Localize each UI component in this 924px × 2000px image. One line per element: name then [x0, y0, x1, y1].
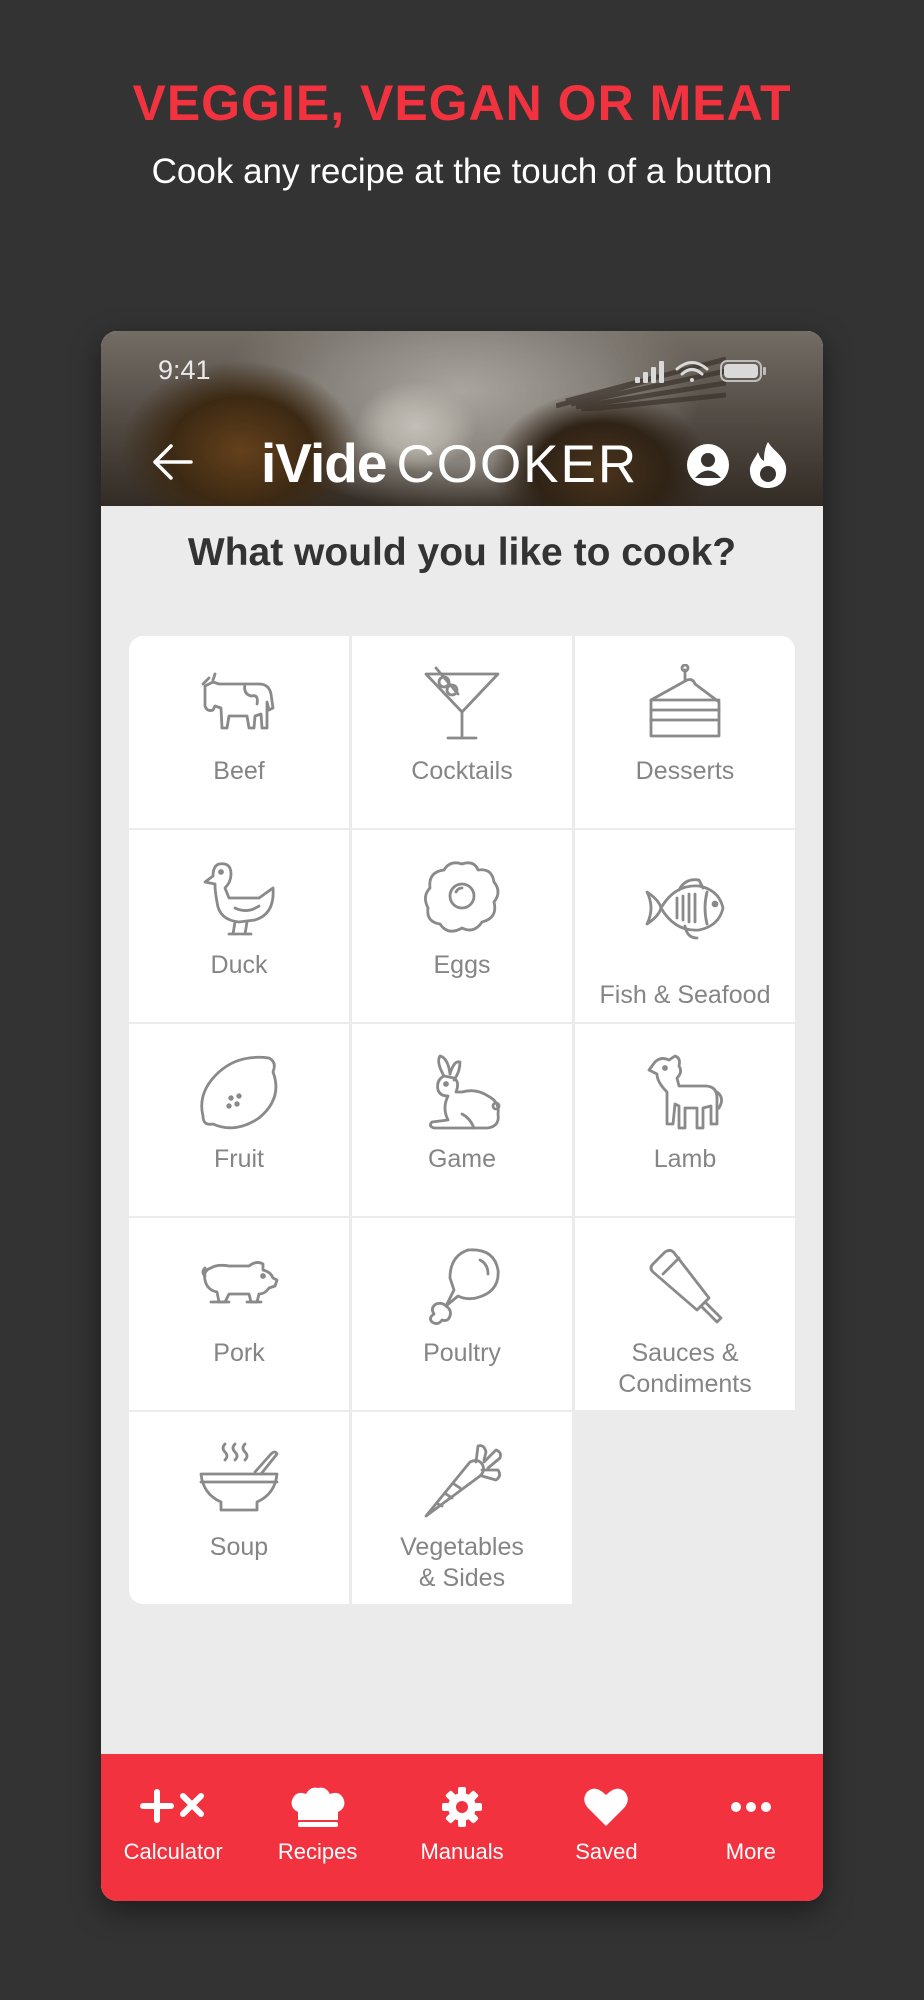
battery-icon	[720, 360, 766, 382]
category-tile-fruit[interactable]: Fruit	[129, 1024, 349, 1216]
signal-icon	[635, 361, 664, 383]
category-label: Lamb	[653, 1145, 717, 1173]
drumstick-icon	[429, 1248, 500, 1325]
category-label: Game	[427, 1145, 497, 1173]
fish-icon	[645, 878, 725, 940]
tab-more[interactable]: More	[679, 1754, 823, 1901]
category-label: Cocktails	[411, 757, 513, 785]
category-label: Soup	[209, 1533, 269, 1561]
wifi-icon	[675, 361, 709, 382]
plus-times-icon	[140, 1789, 205, 1823]
tab-label: Saved	[575, 1839, 638, 1864]
category-tile-poultry[interactable]: Poultry	[352, 1218, 572, 1410]
tab-recipes[interactable]: Recipes	[245, 1754, 389, 1901]
tab-label: Recipes	[277, 1839, 358, 1864]
promo-subline: Cook any recipe at the touch of a button	[151, 152, 773, 191]
status-icons	[635, 360, 766, 383]
category-tile-vegetables-sides[interactable]: Vegetables & Sides	[352, 1412, 572, 1604]
category-tile-beef[interactable]: Beef	[129, 636, 349, 828]
category-grid: Beef Cocktails Desserts Duck Eggs Fish &…	[129, 636, 795, 1604]
pig-icon	[201, 1261, 279, 1304]
status-bar: 9:41	[101, 331, 823, 391]
duck-icon	[203, 862, 275, 936]
carrot-icon	[424, 1444, 502, 1518]
profile-icon[interactable]	[686, 443, 730, 487]
status-time: 9:41	[158, 355, 211, 385]
tab-saved[interactable]: Saved	[534, 1754, 678, 1901]
tab-calculator[interactable]: Calculator	[101, 1754, 245, 1901]
cocktail-icon	[424, 666, 500, 740]
tab-manuals[interactable]: Manuals	[390, 1754, 534, 1901]
sauce-bottle-icon	[649, 1249, 723, 1324]
category-tile-soup[interactable]: Soup	[129, 1412, 349, 1604]
gear-icon	[442, 1787, 483, 1827]
heart-icon	[584, 1788, 629, 1826]
brand-light: COOKER	[396, 435, 639, 494]
tab-label: Manuals	[420, 1839, 504, 1864]
cake-slice-icon	[649, 664, 721, 738]
category-label: Poultry	[423, 1339, 501, 1367]
chef-hat-icon	[291, 1787, 345, 1827]
app-header: iVide COOKER	[101, 426, 823, 496]
category-tile-game[interactable]: Game	[352, 1024, 572, 1216]
category-label: Fish & Seafood	[599, 981, 771, 1009]
more-dots-icon	[730, 1802, 771, 1812]
back-arrow-icon[interactable]	[149, 438, 197, 486]
flame-icon[interactable]	[746, 440, 790, 490]
rabbit-icon	[429, 1054, 501, 1130]
tab-label: More	[725, 1839, 776, 1864]
category-tile-cocktails[interactable]: Cocktails	[352, 636, 572, 828]
lamb-icon	[647, 1054, 723, 1130]
category-tile-lamb[interactable]: Lamb	[575, 1024, 795, 1216]
tab-label: Calculator	[123, 1839, 223, 1864]
category-label: Desserts	[635, 757, 735, 785]
page-question: What would you like to cook?	[187, 531, 737, 574]
brand-bold: iVide	[261, 432, 387, 494]
category-label: Sauces & Condiments	[618, 1339, 752, 1398]
category-label: Eggs	[433, 951, 491, 979]
bottom-tab-bar: Calculator Recipes Manuals Saved More	[101, 1754, 823, 1901]
category-label: Pork	[213, 1339, 265, 1367]
category-tile-desserts[interactable]: Desserts	[575, 636, 795, 828]
fried-egg-icon	[424, 861, 500, 933]
category-label: Fruit	[214, 1145, 264, 1173]
lemon-icon	[200, 1055, 278, 1130]
category-tile-duck[interactable]: Duck	[129, 830, 349, 1022]
category-tile-fish-seafood[interactable]: Fish & Seafood	[575, 830, 795, 1022]
soup-bowl-icon	[199, 1442, 279, 1512]
brand-logo: iVide COOKER	[261, 431, 639, 494]
phone-screen: 9:41 iVide COOKER What would you like to…	[101, 331, 823, 1901]
promo-headline: VEGGIE, VEGAN OR MEAT	[132, 75, 792, 131]
category-tile-eggs[interactable]: Eggs	[352, 830, 572, 1022]
cow-icon	[201, 672, 275, 730]
category-label: Duck	[210, 951, 268, 979]
category-label: Beef	[213, 757, 265, 785]
category-tile-pork[interactable]: Pork	[129, 1218, 349, 1410]
category-tile-sauces-condiments[interactable]: Sauces & Condiments	[575, 1218, 795, 1410]
category-label: Vegetables & Sides	[400, 1533, 524, 1592]
